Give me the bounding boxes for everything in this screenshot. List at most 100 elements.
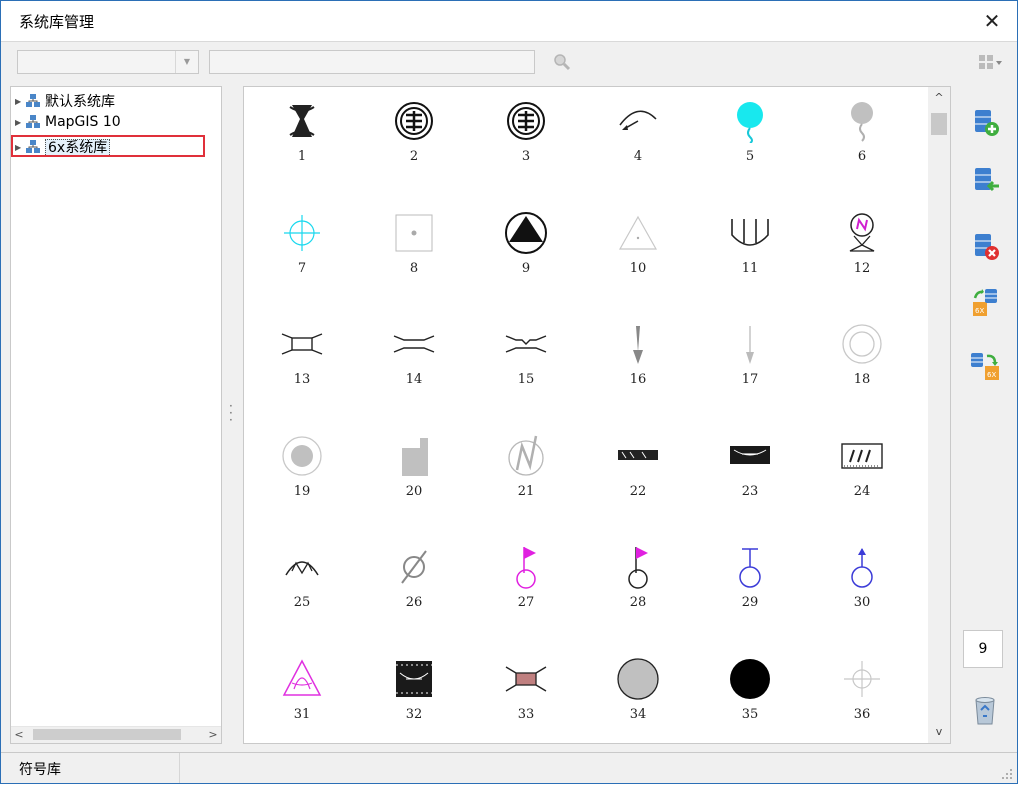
symbol-cell[interactable]: 28 [582,539,694,651]
symbol-number: 18 [853,372,871,387]
add-library-icon[interactable] [969,106,1001,138]
symbol-icon [618,449,658,460]
symbol-cell[interactable]: 7 [246,205,358,317]
symbol-cell[interactable]: 20 [358,428,470,540]
symbol-icon [746,326,754,364]
close-icon[interactable]: ✕ [977,6,1007,36]
symbol-cell[interactable]: 26 [358,539,470,651]
symbol-number: 19 [293,483,311,499]
symbol-icon [844,660,880,697]
symbol-cell[interactable]: 29 [694,539,806,651]
symbol-cell[interactable]: 18 [806,316,918,428]
symbol-icon [842,324,882,364]
symbol-icon [285,561,319,576]
symbol-cell[interactable]: 23 [694,428,806,540]
symbol-number: 16 [629,372,647,387]
search-icon[interactable] [553,53,571,71]
symbol-number: 26 [405,595,423,610]
expand-arrow-icon[interactable]: ▶ [15,118,25,127]
tree-horizontal-scrollbar[interactable]: < > [11,726,221,743]
symbol-cell[interactable]: 10 [582,205,694,317]
symbol-cell[interactable]: 12 [806,205,918,317]
export-6x-icon[interactable]: 6X [969,350,1001,382]
tree-item-default-library[interactable]: ▶ 默认系统库 [15,91,115,111]
delete-library-icon[interactable] [969,230,1001,262]
symbol-cell[interactable]: 3 [470,93,582,205]
search-input[interactable] [209,50,535,74]
symbol-number: 20 [405,483,423,499]
symbol-cell[interactable]: 8 [358,205,470,317]
symbol-number: 25 [293,595,311,610]
symbol-number: 24 [853,483,871,499]
symbol-number: 22 [629,483,647,499]
symbol-cell[interactable]: 25 [246,539,358,651]
symbol-cell[interactable]: 15 [470,316,582,428]
library-combo[interactable]: ▼ [17,50,199,74]
symbol-icon [282,658,322,696]
symbol-icon [618,215,658,250]
symbol-number: 11 [741,260,759,276]
symbol-cell[interactable]: 33 [470,651,582,744]
symbol-cell[interactable]: 2 [358,93,470,205]
scroll-left-icon[interactable]: < [11,727,27,743]
symbol-cell[interactable]: 36 [806,651,918,744]
symbol-cell[interactable]: 1 [246,93,358,205]
symbol-icon [402,437,428,476]
svg-text:6X: 6X [987,371,996,379]
symbol-cell[interactable]: 27 [470,539,582,651]
symbol-number: 2 [409,149,419,164]
symbol-cell[interactable]: 5 [694,93,806,205]
resize-grip-icon[interactable] [1001,768,1013,780]
window-title: 系统库管理 [19,13,95,31]
splitter-handle[interactable]: · · · [229,400,233,426]
symbol-cell[interactable]: 30 [806,539,918,651]
view-mode-icon[interactable] [977,53,1003,71]
symbol-number: 34 [629,706,647,722]
symbol-cell[interactable]: 6 [806,93,918,205]
symbol-cell[interactable]: 35 [694,651,806,744]
symbol-number: 6 [857,149,867,164]
expand-arrow-icon[interactable]: ▶ [15,97,25,106]
import-library-icon[interactable] [969,164,1001,196]
symbol-cell[interactable]: 4 [582,93,694,205]
symbol-icon [395,214,433,251]
symbol-cell[interactable]: 32 [358,651,470,744]
scroll-down-icon[interactable]: v [928,723,950,741]
symbol-icon [851,548,873,588]
toolbar: ▼ [1,42,1017,82]
chevron-down-icon[interactable]: ▼ [175,51,198,73]
symbol-number: 5 [745,149,755,164]
symbol-number: 8 [409,260,419,276]
symbol-cell[interactable]: 24 [806,428,918,540]
symbol-cell[interactable]: 9 [470,205,582,317]
symbol-cell[interactable]: 13 [246,316,358,428]
symbol-cell[interactable]: 19 [246,428,358,540]
symbol-cell[interactable]: 17 [694,316,806,428]
symbol-icon [731,218,769,246]
grid-vertical-scrollbar[interactable]: ^ v [928,87,950,743]
import-6x-icon[interactable]: 6X [969,286,1001,318]
scrollbar-thumb[interactable] [33,729,181,740]
symbol-cell[interactable]: 14 [358,316,470,428]
symbol-icon [739,548,761,588]
symbol-grid: 1 2 3 4 5 6 7 8 9 10 11 12 13 14 15 16 17 18 19 20 21 22 23 24 2… [243,86,951,744]
symbol-cell[interactable]: 11 [694,205,806,317]
symbol-cell[interactable]: 34 [582,651,694,744]
library-tree: ▶ 默认系统库 ▶ MapGIS 10 ▶ 6x系统库 < > [10,86,222,744]
scroll-up-icon[interactable]: ^ [928,89,950,107]
symbol-cell[interactable]: 22 [582,428,694,540]
tree-item-mapgis-10[interactable]: ▶ MapGIS 10 [15,114,121,134]
symbol-cell[interactable]: 16 [582,316,694,428]
symbol-icon [619,110,657,130]
symbol-icon [849,212,875,252]
symbol-cell[interactable]: 21 [470,428,582,540]
scroll-right-icon[interactable]: > [205,727,221,743]
recycle-bin-icon[interactable] [969,694,1001,726]
symbol-icon [633,326,643,364]
symbol-number: 32 [405,706,423,722]
symbol-cell[interactable]: 31 [246,651,358,744]
symbol-number: 28 [629,595,647,610]
symbol-number: 7 [297,260,307,276]
symbol-icon [730,658,770,699]
scrollbar-thumb[interactable] [931,113,947,135]
